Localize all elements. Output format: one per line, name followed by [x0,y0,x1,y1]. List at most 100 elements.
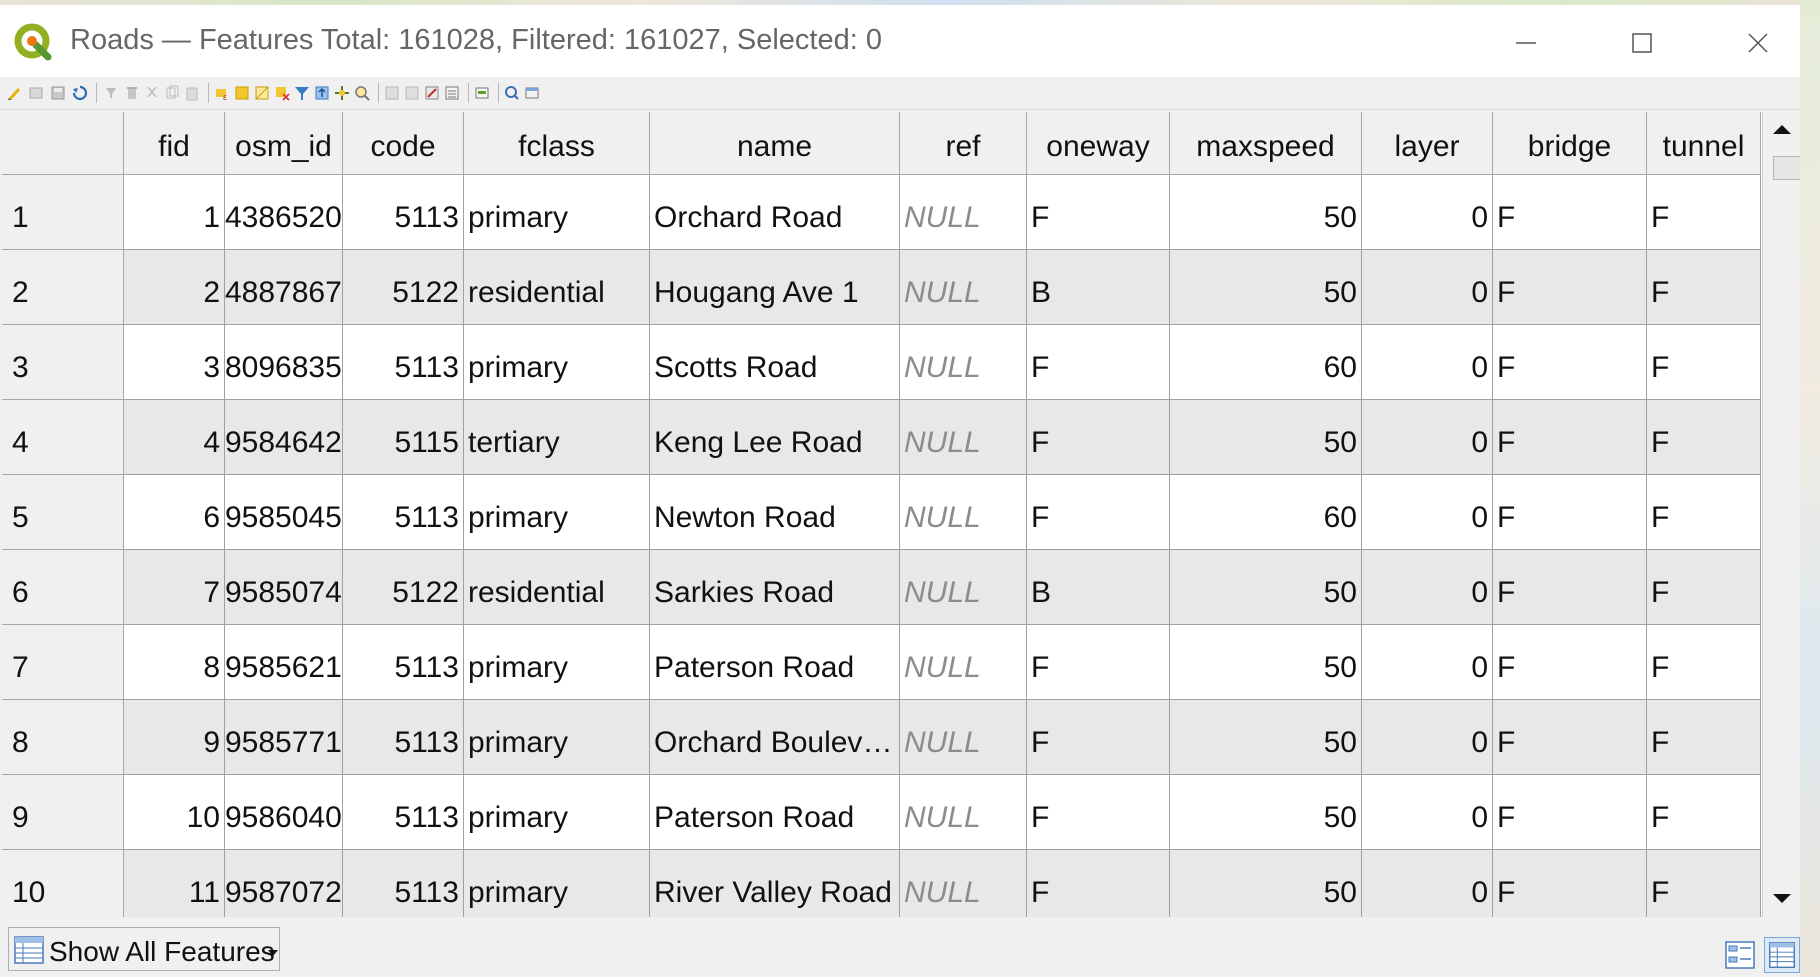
cell-code[interactable]: 5113 [343,775,464,850]
toggle-multi-edit-icon[interactable] [28,85,44,101]
save-edits-icon[interactable] [50,85,66,101]
cell-maxspeed[interactable]: 50 [1170,625,1362,700]
cell-osm-id[interactable]: 9585045 [225,475,343,550]
cell-fid[interactable]: 3 [124,325,225,400]
cell-osm-id[interactable]: 4386520 [225,175,343,250]
cell-fclass[interactable]: primary [464,775,650,850]
row-header[interactable]: 10 [2,850,124,917]
close-icon[interactable] [1738,23,1778,63]
cell-layer[interactable]: 0 [1362,850,1493,917]
cell-layer[interactable]: 0 [1362,625,1493,700]
cell-name[interactable]: Paterson Road [650,775,900,850]
move-selection-top-icon[interactable] [314,85,330,101]
cell-osm-id[interactable]: 4887867 [225,250,343,325]
column-header-fclass[interactable]: fclass [464,112,650,175]
cell-osm-id[interactable]: 8096835 [225,325,343,400]
column-header-ref[interactable]: ref [900,112,1027,175]
row-header[interactable]: 7 [2,625,124,700]
cell-tunnel[interactable]: F [1647,400,1761,475]
cell-bridge[interactable]: F [1493,325,1647,400]
cell-ref[interactable]: NULL [900,550,1027,625]
cell-ref[interactable]: NULL [900,850,1027,917]
cell-name[interactable]: Newton Road [650,475,900,550]
cell-fclass[interactable]: residential [464,250,650,325]
cell-maxspeed[interactable]: 50 [1170,400,1362,475]
cell-ref[interactable]: NULL [900,250,1027,325]
cell-code[interactable]: 5113 [343,475,464,550]
cell-name[interactable]: River Valley Road [650,850,900,917]
cell-layer[interactable]: 0 [1362,550,1493,625]
cell-ref[interactable]: NULL [900,475,1027,550]
cell-layer[interactable]: 0 [1362,325,1493,400]
cell-ref[interactable]: NULL [900,625,1027,700]
delete-selected-icon[interactable] [124,85,140,101]
cell-tunnel[interactable]: F [1647,775,1761,850]
cell-oneway[interactable]: B [1027,250,1170,325]
scroll-up-arrow-icon[interactable] [1763,112,1800,150]
row-header[interactable]: 1 [2,175,124,250]
scroll-down-arrow-icon[interactable] [1763,879,1800,917]
cell-tunnel[interactable]: F [1647,700,1761,775]
cell-osm-id[interactable]: 9586040 [225,775,343,850]
cell-bridge[interactable]: F [1493,475,1647,550]
cell-maxspeed[interactable]: 50 [1170,175,1362,250]
row-header[interactable]: 8 [2,700,124,775]
cell-ref[interactable]: NULL [900,700,1027,775]
cell-code[interactable]: 5113 [343,850,464,917]
cell-oneway[interactable]: B [1027,550,1170,625]
maximize-icon[interactable] [1622,23,1662,63]
cell-bridge[interactable]: F [1493,400,1647,475]
show-features-filter-button[interactable]: Show All Features [8,927,280,971]
cell-layer[interactable]: 0 [1362,400,1493,475]
cell-code[interactable]: 5113 [343,700,464,775]
cell-layer[interactable]: 0 [1362,475,1493,550]
row-header[interactable]: 6 [2,550,124,625]
column-header-tunnel[interactable]: tunnel [1647,112,1761,175]
cell-fclass[interactable]: primary [464,175,650,250]
cell-name[interactable]: Sarkies Road [650,550,900,625]
cell-ref[interactable]: NULL [900,400,1027,475]
cell-fid[interactable]: 6 [124,475,225,550]
cell-maxspeed[interactable]: 50 [1170,850,1362,917]
cell-fid[interactable]: 7 [124,550,225,625]
cell-osm-id[interactable]: 9587072 [225,850,343,917]
cell-oneway[interactable]: F [1027,775,1170,850]
cell-tunnel[interactable]: F [1647,550,1761,625]
invert-selection-icon[interactable] [254,85,270,101]
column-header-layer[interactable]: layer [1362,112,1493,175]
cell-bridge[interactable]: F [1493,700,1647,775]
column-header-maxspeed[interactable]: maxspeed [1170,112,1362,175]
cell-bridge[interactable]: F [1493,175,1647,250]
cell-oneway[interactable]: F [1027,700,1170,775]
zoom-to-selected-icon[interactable] [354,85,370,101]
filter-select-icon[interactable] [294,85,310,101]
pan-to-selected-icon[interactable] [334,85,350,101]
row-header[interactable]: 3 [2,325,124,400]
cell-osm-id[interactable]: 9585621 [225,625,343,700]
cell-fid[interactable]: 10 [124,775,225,850]
row-header[interactable]: 5 [2,475,124,550]
conditional-formatting-icon[interactable] [474,85,490,101]
paste-icon[interactable] [184,85,200,101]
cell-layer[interactable]: 0 [1362,175,1493,250]
cell-bridge[interactable]: F [1493,775,1647,850]
cell-fclass[interactable]: residential [464,550,650,625]
cell-maxspeed[interactable]: 60 [1170,325,1362,400]
field-calculator-icon[interactable] [444,85,460,101]
cell-oneway[interactable]: F [1027,325,1170,400]
cell-oneway[interactable]: F [1027,175,1170,250]
cell-osm-id[interactable]: 9585771 [225,700,343,775]
cell-fid[interactable]: 1 [124,175,225,250]
cell-tunnel[interactable]: F [1647,625,1761,700]
column-header-bridge[interactable]: bridge [1493,112,1647,175]
cell-layer[interactable]: 0 [1362,700,1493,775]
add-feature-icon[interactable] [104,85,120,101]
cell-oneway[interactable]: F [1027,475,1170,550]
dock-icon[interactable] [524,85,540,101]
deselect-all-icon[interactable] [274,85,290,101]
vertical-scrollbar[interactable] [1762,112,1800,917]
cell-name[interactable]: Hougang Ave 1 [650,250,900,325]
cell-maxspeed[interactable]: 50 [1170,550,1362,625]
column-header-fid[interactable]: fid [124,112,225,175]
cell-fclass[interactable]: primary [464,325,650,400]
